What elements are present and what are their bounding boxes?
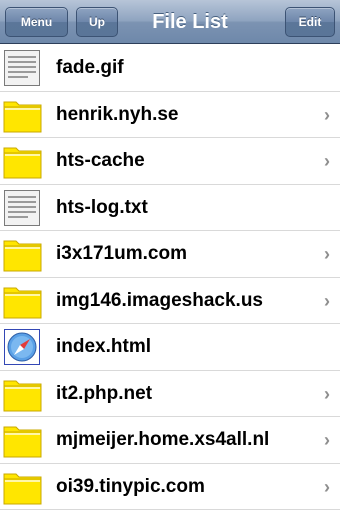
document-icon: [3, 189, 43, 227]
folder-icon: [3, 96, 43, 134]
file-name: hts-log.txt: [56, 196, 148, 218]
file-name: it2.php.net: [56, 382, 153, 404]
list-item[interactable]: i3x171um.com ›: [0, 231, 340, 278]
file-name: mjmeijer.home.xs4all.nl: [56, 429, 270, 450]
folder-icon: [3, 282, 43, 320]
page-title: File List: [152, 10, 228, 33]
file-name: henrik.nyh.se: [56, 103, 179, 125]
chevron-right-icon: ›: [324, 244, 330, 264]
file-name: oi39.tinypic.com: [56, 475, 205, 497]
folder-icon: [3, 468, 43, 506]
navigation-bar: Menu Up File List Edit: [0, 0, 340, 44]
chevron-right-icon: ›: [324, 476, 330, 497]
safari-icon: [3, 328, 43, 366]
file-name: fade.gif: [56, 57, 124, 78]
file-name: img146.imageshack.us: [56, 289, 263, 311]
list-item[interactable]: index.html: [0, 324, 340, 371]
folder-icon: [3, 375, 43, 413]
file-name: hts-cache: [56, 150, 145, 171]
file-name: i3x171um.com: [56, 243, 187, 264]
document-icon: [3, 49, 43, 87]
chevron-right-icon: ›: [324, 151, 330, 171]
list-item[interactable]: it2.php.net ›: [0, 370, 340, 417]
chevron-right-icon: ›: [324, 383, 330, 404]
chevron-right-icon: ›: [324, 290, 330, 311]
list-item[interactable]: hts-log.txt: [0, 184, 340, 231]
chevron-right-icon: ›: [324, 430, 330, 450]
list-item[interactable]: oi39.tinypic.com ›: [0, 463, 340, 510]
list-item[interactable]: mjmeijer.home.xs4all.nl ›: [0, 417, 340, 464]
folder-icon: [3, 235, 43, 273]
chevron-right-icon: ›: [324, 104, 330, 125]
menu-button[interactable]: Menu: [5, 7, 68, 37]
list-item[interactable]: img146.imageshack.us ›: [0, 277, 340, 324]
file-name: index.html: [56, 336, 152, 357]
file-list: fade.gif henrik.nyh.se › hts-cache › hts-log.…: [0, 45, 340, 510]
edit-button[interactable]: Edit: [285, 7, 335, 37]
list-item[interactable]: fade.gif: [0, 45, 340, 92]
list-item[interactable]: hts-cache ›: [0, 138, 340, 185]
folder-icon: [3, 421, 43, 459]
list-item[interactable]: henrik.nyh.se ›: [0, 91, 340, 138]
folder-icon: [3, 142, 43, 180]
